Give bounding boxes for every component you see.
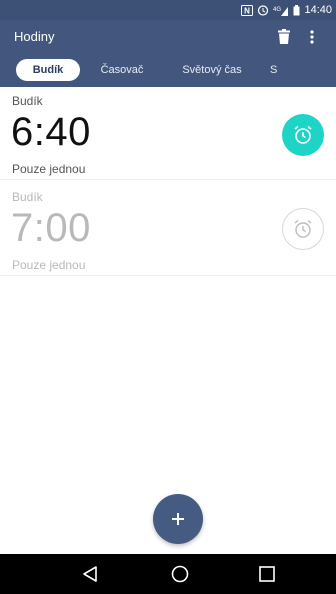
nfc-icon: N [241, 4, 254, 16]
delete-button[interactable] [270, 23, 298, 51]
clock-app-screen: N 4G 14:40 Hodiny Budík Časovač Světový … [0, 0, 336, 594]
tab-svetovy-cas[interactable]: Světový čas [164, 59, 260, 81]
svg-text:N: N [245, 6, 251, 15]
alarm-label: Budík [12, 94, 43, 108]
alarm-toggle-on[interactable] [282, 114, 324, 156]
svg-text:4G: 4G [273, 7, 281, 13]
app-bar: Hodiny [0, 20, 336, 53]
tab-stopky[interactable]: S [260, 59, 300, 81]
more-options-button[interactable] [298, 23, 326, 51]
status-time: 14:40 [304, 4, 332, 16]
alarm-repeat: Pouze jednou [12, 258, 86, 272]
signal-icon: 4G [273, 5, 289, 16]
back-button[interactable] [78, 562, 102, 586]
alarm-item[interactable]: Budík 7:00 Pouze jednou [0, 184, 336, 276]
alarm-time: 7:00 [11, 206, 91, 250]
trash-icon [278, 29, 290, 44]
battery-icon [293, 4, 300, 16]
alarm-label: Budík [12, 190, 43, 204]
status-bar: N 4G 14:40 [0, 0, 336, 20]
recent-apps-button[interactable] [255, 562, 279, 586]
app-title: Hodiny [14, 29, 55, 44]
alarm-clock-icon [294, 125, 312, 144]
tab-budik[interactable]: Budík [16, 59, 80, 81]
alarm-status-icon [257, 4, 269, 16]
alarm-item[interactable]: Budík 6:40 Pouze jednou [0, 88, 336, 180]
home-button[interactable] [168, 562, 192, 586]
alarm-time: 6:40 [11, 110, 91, 154]
plus-icon [172, 513, 184, 525]
add-alarm-button[interactable] [153, 494, 203, 544]
tab-casovac[interactable]: Časovač [80, 59, 164, 81]
alarm-toggle-off[interactable] [282, 208, 324, 250]
more-vertical-icon [310, 29, 314, 44]
navigation-bar [0, 554, 336, 594]
home-icon [171, 565, 189, 583]
alarm-repeat: Pouze jednou [12, 162, 86, 176]
back-icon [83, 566, 97, 582]
tab-bar: Budík Časovač Světový čas S [0, 53, 336, 87]
alarm-clock-icon [294, 219, 312, 238]
recent-apps-icon [259, 566, 275, 582]
